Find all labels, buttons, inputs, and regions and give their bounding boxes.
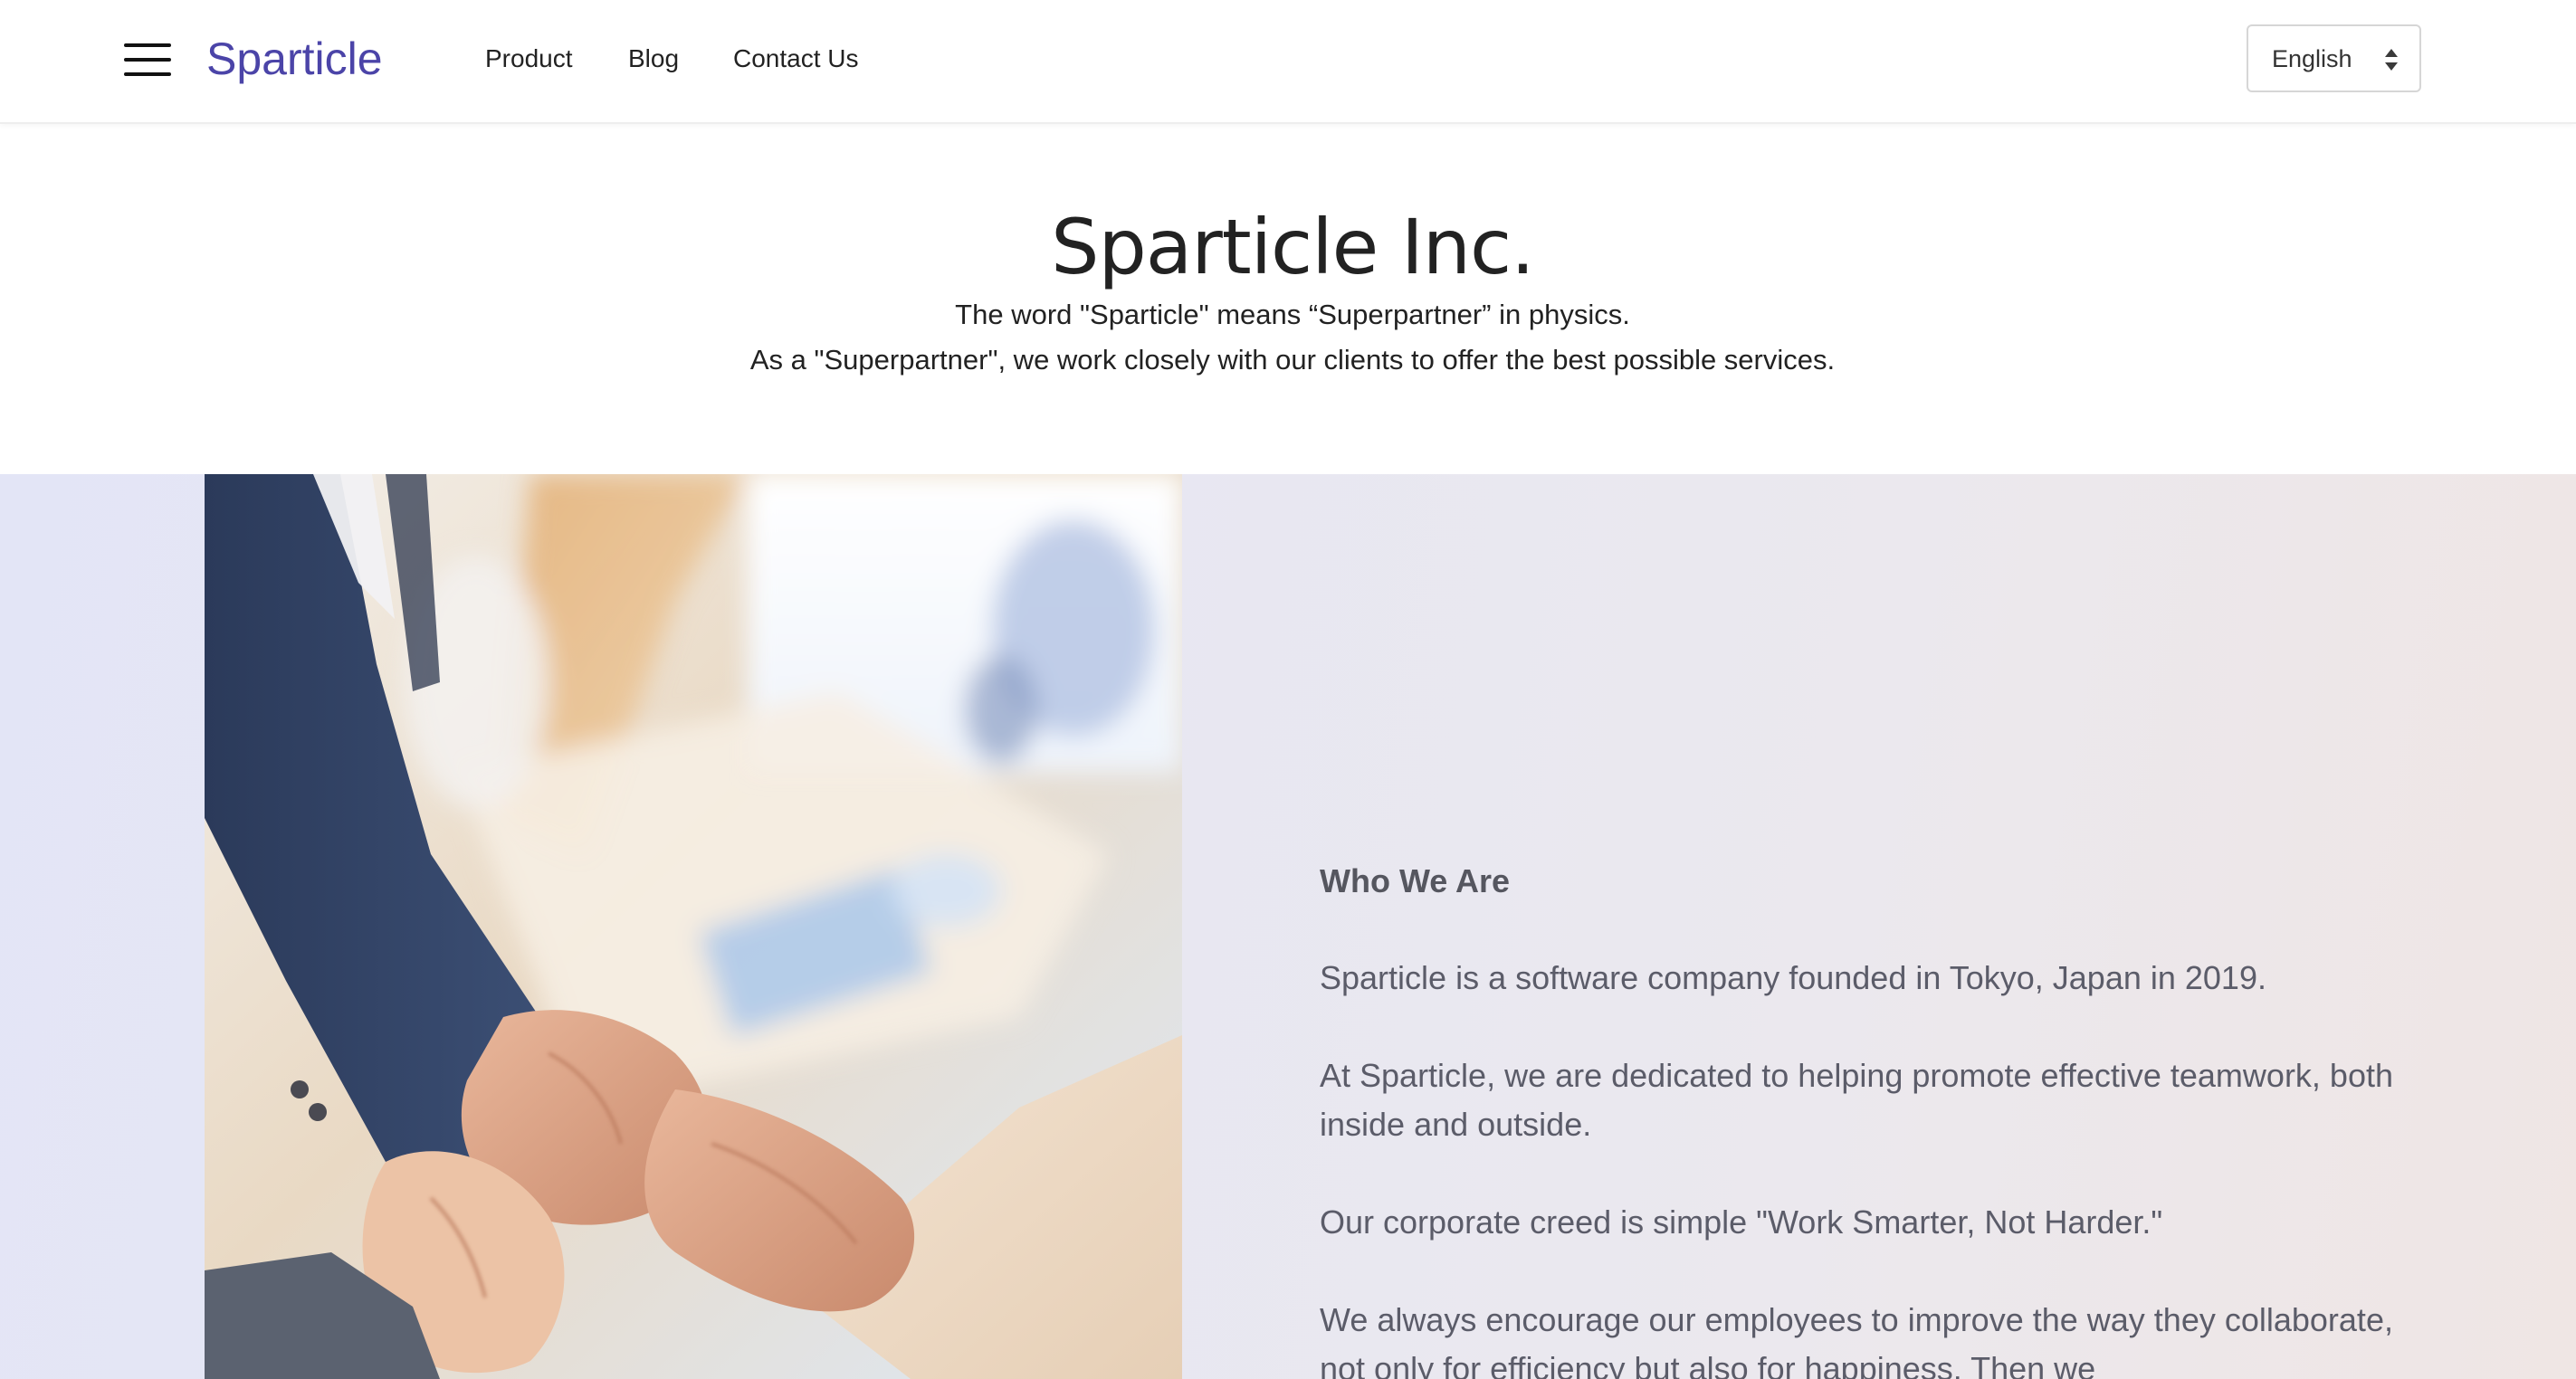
nav-link-blog[interactable]: Blog	[628, 40, 679, 78]
select-arrows-icon	[2385, 49, 2398, 71]
about-paragraph: Our corporate creed is simple "Work Smar…	[1320, 1203, 2163, 1241]
nav-link-product[interactable]: Product	[485, 40, 573, 78]
who-we-are-section: Who We Are Sparticle is a software compa…	[0, 474, 2576, 1379]
team-handshake-photo	[205, 474, 1182, 1379]
about-heading: Who We Are	[1320, 862, 1511, 899]
hamburger-menu-icon[interactable]	[124, 43, 171, 76]
about-paragraph: Sparticle is a software company founded …	[1320, 959, 2266, 996]
intro-tagline-1: The word "Sparticle" means “Superpartner…	[955, 299, 1630, 330]
about-paragraph: We always encourage our employees to imp…	[1320, 1301, 2393, 1379]
brand-logo-link[interactable]: Sparticle	[206, 27, 383, 90]
intro-tagline-2: As a "Superpartner", we work closely wit…	[749, 344, 1836, 376]
language-select-value: English	[2272, 45, 2352, 72]
top-navigation-bar: Sparticle Product Blog Contact Us Englis…	[0, 0, 2576, 124]
page-title: Sparticle Inc.	[1051, 203, 1535, 291]
about-paragraph: At Sparticle, we are dedicated to helpin…	[1320, 1057, 2393, 1143]
nav-link-contact-us[interactable]: Contact Us	[733, 40, 859, 78]
language-select[interactable]: English	[2247, 24, 2421, 92]
